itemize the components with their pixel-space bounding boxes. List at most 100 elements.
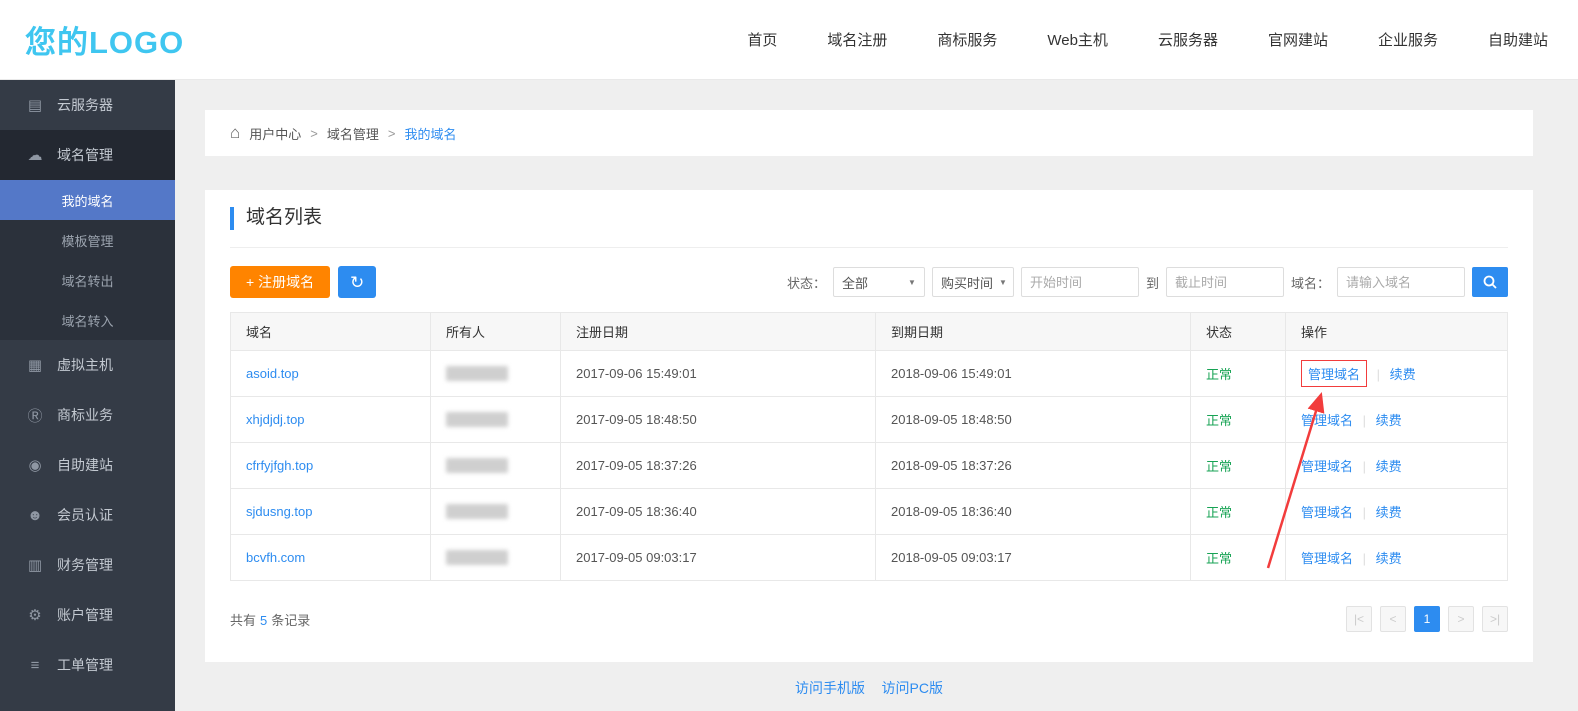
sidebar-item-label: 财务管理 [57,555,113,575]
manage-domain-link[interactable]: 管理域名 [1301,413,1353,428]
pagination-last[interactable]: >| [1482,606,1508,632]
domain-link[interactable]: cfrfyjfgh.top [246,458,313,473]
col-status: 状态 [1191,313,1286,351]
manage-domain-link[interactable]: 管理域名 [1301,459,1353,474]
sidebar-item-label: 商标业务 [57,405,113,425]
record-summary: 共有5条记录 [230,610,310,629]
pc-version-link[interactable]: 访问PC版 [882,680,943,696]
table-footer: 共有5条记录 |< < 1 > >| [230,606,1508,632]
nav-web-hosting[interactable]: Web主机 [1047,29,1108,50]
refresh-icon: ↻ [350,273,364,292]
table-header-row: 域名 所有人 注册日期 到期日期 状态 操作 [231,313,1508,351]
domain-list-card: 域名列表 + 注册域名 ↻ 状态： 全部 ▼ 购买时间 ▼ 到 域名 [205,190,1533,662]
summary-prefix: 共有 [230,613,256,628]
renew-link[interactable]: 续费 [1376,505,1402,520]
pagination-next[interactable]: > [1448,606,1474,632]
sidebar-item-member-verification[interactable]: ☻ 会员认证 [0,490,175,540]
renew-link[interactable]: 续费 [1376,551,1402,566]
sidebar-item-finance[interactable]: ▥ 财务管理 [0,540,175,590]
breadcrumb-my-domains[interactable]: 我的域名 [405,124,457,143]
manage-domain-link[interactable]: 管理域名 [1301,551,1353,566]
sidebar-item-label: 工单管理 [57,655,113,675]
annotation-highlight-box: 管理域名 [1301,360,1367,387]
col-domain: 域名 [231,313,431,351]
search-icon [1482,274,1498,290]
domain-link[interactable]: sjdusng.top [246,504,313,519]
toolbar: + 注册域名 ↻ 状态： 全部 ▼ 购买时间 ▼ 到 域名： [230,266,1508,298]
gear-icon: ⚙ [26,606,44,624]
action-separator: | [1363,505,1366,520]
sidebar-item-account[interactable]: ⚙ 账户管理 [0,590,175,640]
domain-cloud-icon: ☁ [26,146,44,164]
col-register-date: 注册日期 [561,313,876,351]
card-title-row: 域名列表 [230,190,1508,248]
end-date-input[interactable] [1166,267,1284,297]
refresh-button[interactable]: ↻ [338,266,376,298]
time-type-select-value: 购买时间 [941,273,993,292]
renew-link[interactable]: 续费 [1376,459,1402,474]
mobile-version-link[interactable]: 访问手机版 [795,680,865,696]
nav-cloud-server[interactable]: 云服务器 [1158,29,1218,50]
nav-enterprise-service[interactable]: 企业服务 [1378,29,1438,50]
manage-domain-link[interactable]: 管理域名 [1301,505,1353,520]
toolbar-left: + 注册域名 ↻ [230,266,376,298]
col-owner: 所有人 [431,313,561,351]
domain-link[interactable]: xhjdjdj.top [246,412,305,427]
domain-table: 域名 所有人 注册日期 到期日期 状态 操作 asoid.top 2017-09… [230,312,1508,581]
breadcrumb-separator: > [388,126,396,141]
filter-bar: 状态： 全部 ▼ 购买时间 ▼ 到 域名： [787,267,1508,297]
sidebar-item-virtual-host[interactable]: ▦ 虚拟主机 [0,340,175,390]
status-badge: 正常 [1206,413,1232,428]
pagination-first[interactable]: |< [1346,606,1372,632]
submenu-domain-transfer-out[interactable]: 域名转出 [0,260,175,300]
action-separator: | [1363,459,1366,474]
domain-filter-label: 域名： [1291,273,1330,292]
owner-redacted [446,550,508,565]
nav-self-service-site[interactable]: 自助建站 [1488,29,1548,50]
action-separator: | [1377,367,1380,382]
server-icon: ▤ [26,96,44,114]
sidebar-item-label: 虚拟主机 [57,355,113,375]
user-icon: ☻ [26,507,44,524]
search-button[interactable] [1472,267,1508,297]
manage-domain-link[interactable]: 管理域名 [1308,367,1360,382]
expire-date: 2018-09-06 15:49:01 [876,351,1191,397]
record-count: 5 [260,613,267,628]
register-date: 2017-09-05 09:03:17 [561,535,876,581]
col-expire-date: 到期日期 [876,313,1191,351]
domain-search-input[interactable] [1337,267,1465,297]
submenu-domain-transfer-in[interactable]: 域名转入 [0,300,175,340]
submenu-template-management[interactable]: 模板管理 [0,220,175,260]
main-content: ⌂ 用户中心 > 域名管理 > 我的域名 域名列表 + 注册域名 ↻ 状态： 全… [175,80,1578,698]
action-separator: | [1363,551,1366,566]
nav-home[interactable]: 首页 [747,29,777,50]
sidebar-item-self-service-site[interactable]: ◉ 自助建站 [0,440,175,490]
register-date: 2017-09-05 18:36:40 [561,489,876,535]
nav-domain-register[interactable]: 域名注册 [827,29,887,50]
domain-link[interactable]: asoid.top [246,366,299,381]
page-title: 域名列表 [230,207,322,230]
nav-website-building[interactable]: 官网建站 [1268,29,1328,50]
status-badge: 正常 [1206,505,1232,520]
breadcrumb-domain-management[interactable]: 域名管理 [327,124,379,143]
start-date-input[interactable] [1021,267,1139,297]
submenu-my-domains[interactable]: 我的域名 [0,180,175,220]
sidebar-item-work-orders[interactable]: ≡ 工单管理 [0,640,175,690]
sidebar-item-label: 账户管理 [57,605,113,625]
register-domain-button[interactable]: + 注册域名 [230,266,330,298]
renew-link[interactable]: 续费 [1376,413,1402,428]
breadcrumb-user-center[interactable]: 用户中心 [249,124,301,143]
renew-link[interactable]: 续费 [1390,367,1416,382]
pagination-page-1[interactable]: 1 [1414,606,1440,632]
time-type-select[interactable]: 购买时间 ▼ [932,267,1014,297]
sidebar-item-domain-management[interactable]: ☁ 域名管理 [0,130,175,180]
nav-trademark-service[interactable]: 商标服务 [937,29,997,50]
sidebar-item-cloud-server[interactable]: ▤ 云服务器 [0,80,175,130]
register-date: 2017-09-05 18:48:50 [561,397,876,443]
status-select[interactable]: 全部 ▼ [833,267,925,297]
sidebar-item-trademark[interactable]: Ⓡ 商标业务 [0,390,175,440]
status-badge: 正常 [1206,551,1232,566]
owner-redacted [446,412,508,427]
pagination-prev[interactable]: < [1380,606,1406,632]
domain-link[interactable]: bcvfh.com [246,550,305,565]
